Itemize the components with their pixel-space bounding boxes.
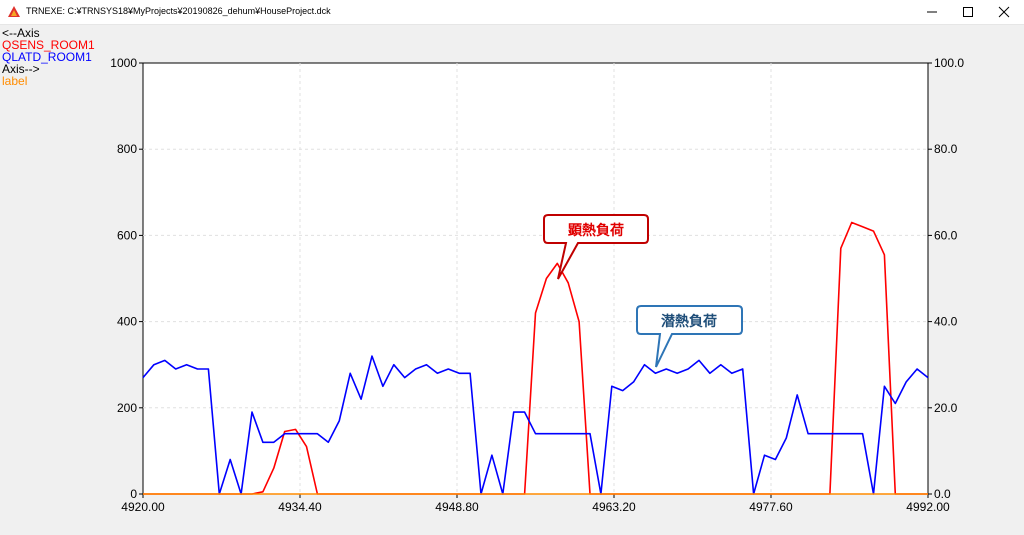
minimize-button[interactable] (914, 0, 950, 24)
callout-latent-text: 潜熱負荷 (661, 313, 717, 330)
left-tick-label: 0 (130, 487, 137, 501)
left-tick-label: 600 (117, 228, 137, 242)
minimize-icon (927, 11, 937, 13)
plot-background (142, 62, 929, 495)
trnsys-app-icon (8, 6, 20, 17)
right-tick-label: 40.0 (934, 315, 958, 329)
x-tick-label: 4977.60 (749, 500, 793, 514)
left-tick-label: 1000 (110, 56, 137, 70)
left-tick-label: 400 (117, 315, 137, 329)
x-tick-label: 4920.00 (121, 500, 165, 514)
maximize-button[interactable] (950, 0, 986, 24)
maximize-icon (963, 7, 973, 17)
right-tick-label: 20.0 (934, 401, 958, 415)
window-title: TRNEXE: C:¥TRNSYS18¥MyProjects¥20190826_… (26, 6, 331, 16)
right-tick-label: 80.0 (934, 142, 958, 156)
x-tick-label: 4948.80 (435, 500, 479, 514)
left-tick-label: 800 (117, 142, 137, 156)
x-tick-label: 4963.20 (592, 500, 636, 514)
x-tick-label: 4934.40 (278, 500, 322, 514)
left-tick-label: 200 (117, 401, 137, 415)
close-button[interactable] (986, 0, 1022, 24)
callout-sensible-text: 顕熱負荷 (568, 222, 624, 239)
x-tick-label: 4992.00 (906, 500, 950, 514)
right-tick-label: 0.0 (934, 487, 951, 501)
line-chart: 0 0.0 200 20.0 400 40.0 600 60.0 800 80.0 1000 100.… (110, 56, 964, 514)
right-tick-label: 100.0 (934, 56, 964, 70)
title-bar: TRNEXE: C:¥TRNSYS18¥MyProjects¥20190826_… (0, 0, 1024, 25)
right-tick-label: 60.0 (934, 228, 958, 242)
close-icon (998, 6, 1010, 18)
